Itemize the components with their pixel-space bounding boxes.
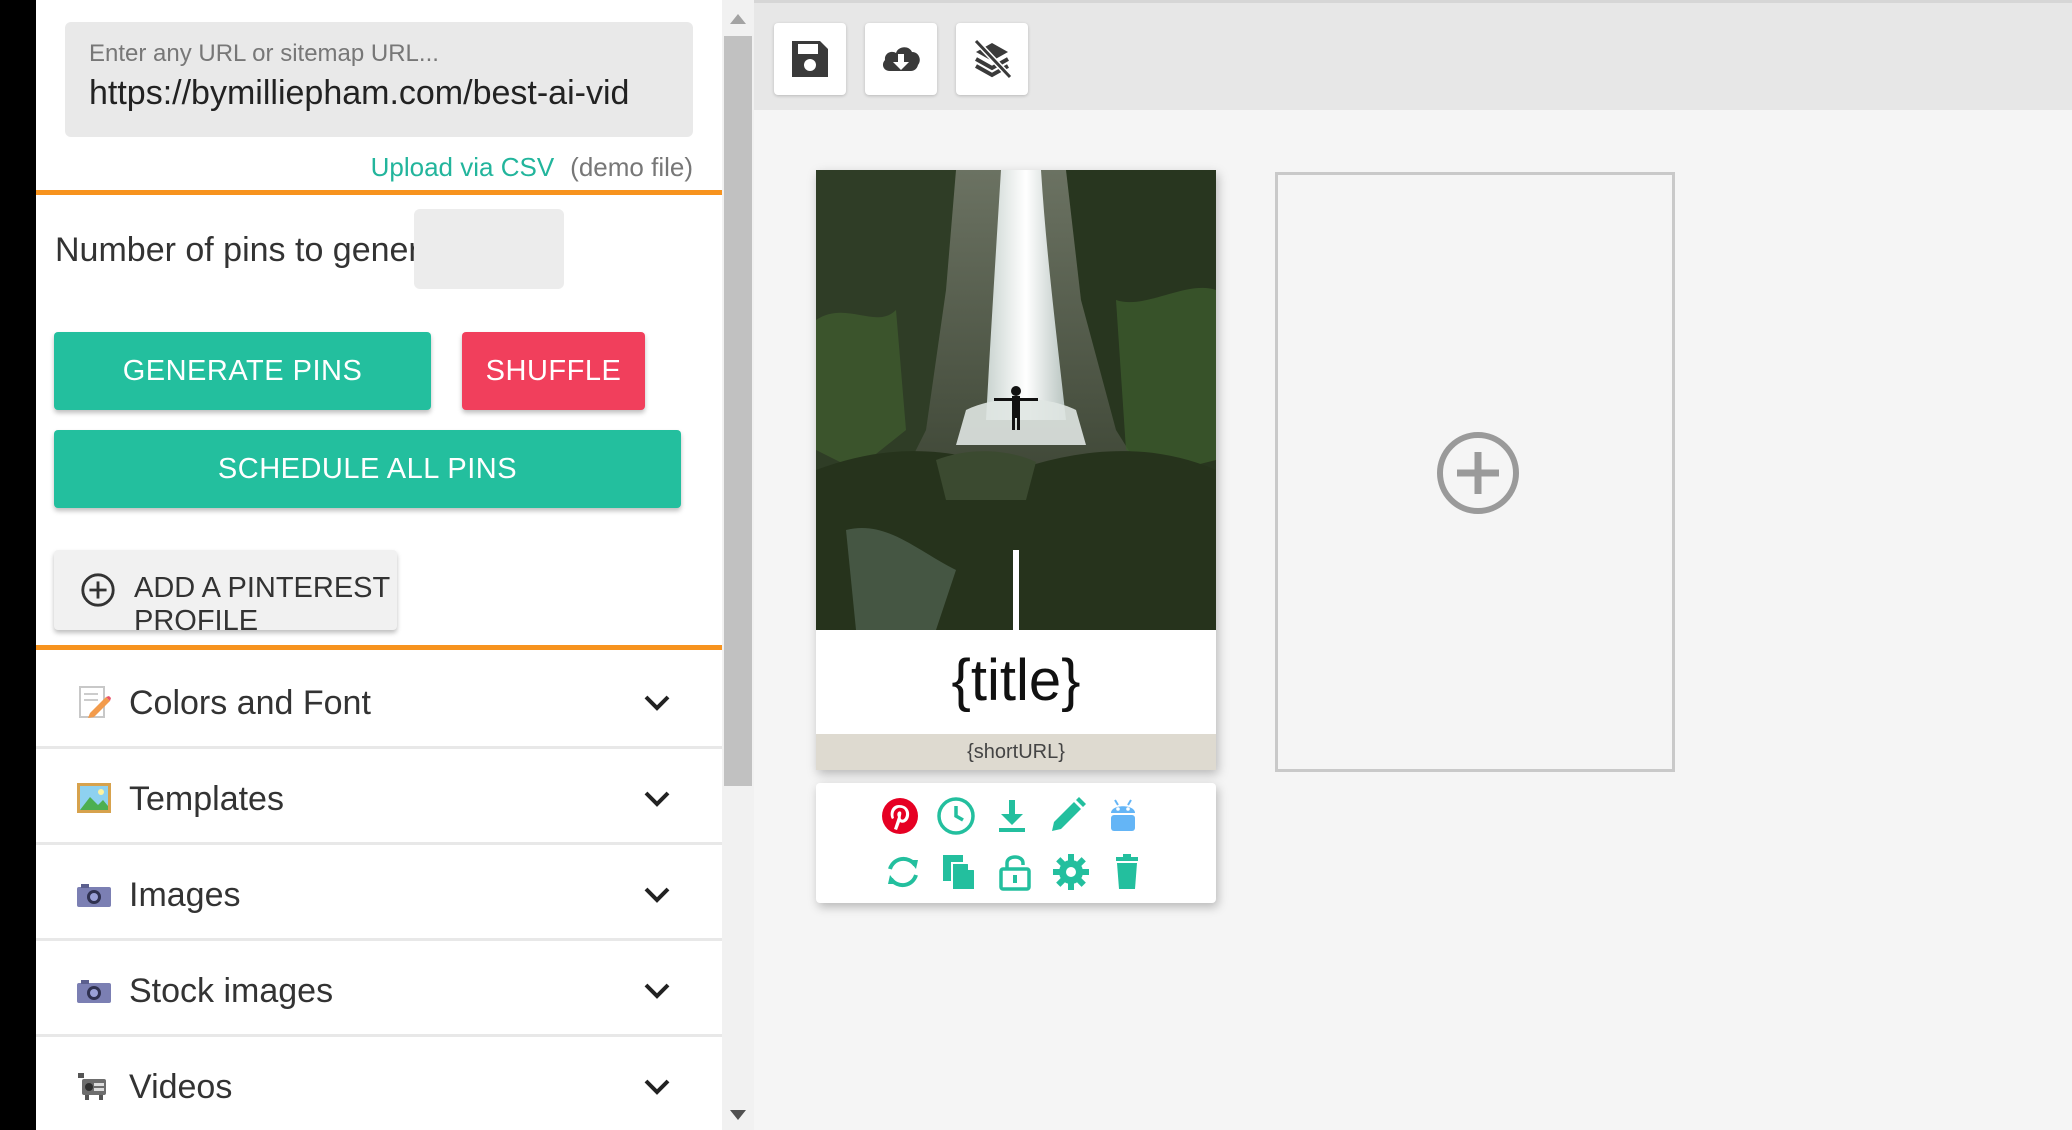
sidebar: Enter any URL or sitemap URL... https://… [36,0,723,1130]
add-pinterest-profile-label: ADD A PINTEREST PROFILE [134,572,390,637]
accordion-label: Images [129,876,241,914]
pin-canvas: {title} {shortURL} [754,0,2072,1130]
upload-row: Upload via CSV (demo file) [371,152,693,183]
plus-circle-icon [81,573,115,607]
save-button[interactable] [774,23,846,95]
gear-icon[interactable] [1050,851,1092,893]
projector-icon [78,1073,106,1100]
accordion-label: Videos [129,1068,233,1106]
accordion-stock-images[interactable]: Stock images [36,945,723,1037]
pin-preview-card[interactable]: {title} {shortURL} [816,170,1216,770]
cloud-download-icon [882,47,920,71]
accordion-label: Colors and Font [129,684,371,722]
save-icon [792,41,828,77]
shuffle-button[interactable]: SHUFFLE [462,332,645,410]
accordion-templates[interactable]: Templates [36,753,723,845]
lock-icon[interactable] [994,851,1036,893]
camera-icon [77,980,111,1003]
clock-icon[interactable] [935,795,977,837]
upload-csv-link[interactable]: Upload via CSV [371,152,555,182]
refresh-icon[interactable] [882,851,924,893]
sidebar-scrollbar[interactable] [722,0,754,1130]
copy-icon[interactable] [938,851,980,893]
toolbar [754,0,2072,110]
hide-layers-button[interactable] [956,23,1028,95]
pin-title-placeholder[interactable]: {title} [816,647,1216,714]
pin-actions-bar [816,783,1216,903]
accordion-images[interactable]: Images [36,849,723,941]
memo-icon [79,686,111,718]
add-pinterest-profile-button[interactable]: ADD A PINTEREST PROFILE [54,550,397,637]
accordion-colors-and-font[interactable]: Colors and Font [36,657,723,749]
url-input[interactable]: Enter any URL or sitemap URL... https://… [65,22,693,137]
chevron-down-icon [644,887,670,903]
hide-layers-icon [973,38,1013,80]
pins-count-input[interactable] [414,209,564,289]
pinterest-icon[interactable] [879,795,921,837]
url-input-placeholder: Enter any URL or sitemap URL... [89,40,439,67]
download-icon[interactable] [991,795,1033,837]
schedule-all-pins-button[interactable]: SCHEDULE ALL PINS [54,430,681,508]
chevron-down-icon [644,695,670,711]
pins-count-label: Number of pins to generate [55,231,468,269]
picture-icon [77,783,111,813]
pin-shorturl-placeholder[interactable]: {shortURL} [816,734,1216,770]
scroll-down-arrow-icon[interactable] [730,1110,746,1120]
add-pin-placeholder[interactable] [1275,172,1675,772]
chevron-down-icon [644,983,670,999]
trash-icon[interactable] [1106,851,1148,893]
scrollbar-thumb[interactable] [724,36,752,786]
pin-generator-panel: Number of pins to generate GENERATE PINS… [36,190,723,650]
accordion-label: Templates [129,780,284,818]
accordion-videos[interactable]: Videos [36,1041,723,1130]
pencil-icon[interactable] [1046,795,1088,837]
android-icon[interactable] [1102,795,1144,837]
demo-file-link[interactable]: (demo file) [570,152,693,182]
camera-icon [77,884,111,907]
waterfall-image [816,170,1216,630]
chevron-down-icon [644,791,670,807]
plus-circle-icon [1437,432,1519,514]
generate-pins-button[interactable]: GENERATE PINS [54,332,431,410]
chevron-down-icon [644,1079,670,1095]
url-input-value[interactable]: https://bymilliepham.com/best-ai-vid [89,74,679,113]
download-all-button[interactable] [865,23,937,95]
scroll-up-arrow-icon[interactable] [730,14,746,24]
accordion-label: Stock images [129,972,334,1010]
